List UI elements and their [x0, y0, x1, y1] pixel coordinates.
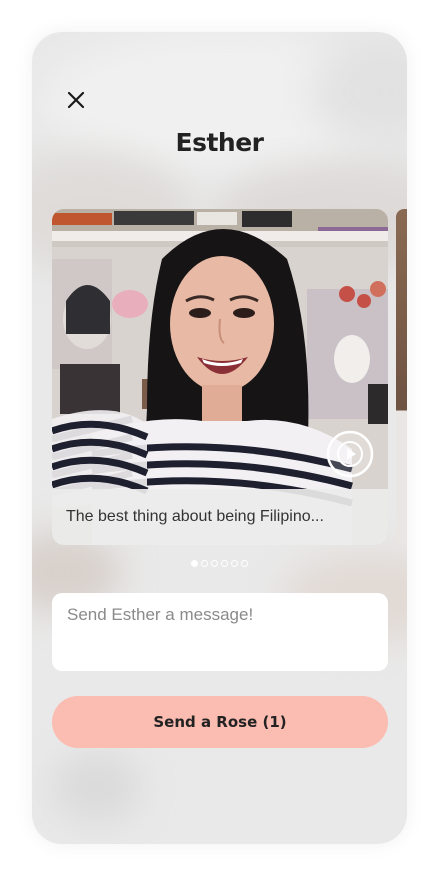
video-prompt-card[interactable]: The best thing about being Filipino... [52, 209, 388, 545]
pagination-dot[interactable] [241, 560, 248, 567]
play-button[interactable] [326, 430, 374, 478]
close-icon [67, 91, 85, 109]
message-input[interactable] [52, 593, 388, 671]
pagination-dot[interactable] [221, 560, 228, 567]
close-button[interactable] [64, 88, 88, 112]
pagination-dot[interactable] [211, 560, 218, 567]
prompt-caption-bar: The best thing about being Filipino... [52, 489, 388, 545]
profile-modal: Esther The best thing about being Filipi… [32, 32, 407, 844]
profile-name: Esther [175, 128, 265, 157]
carousel-pagination [32, 560, 407, 567]
background-blur [52, 752, 142, 822]
play-icon [326, 430, 374, 478]
next-card-preview[interactable] [396, 209, 407, 545]
send-rose-button[interactable]: Send a Rose (1) [52, 696, 388, 748]
pagination-dot[interactable] [191, 560, 198, 567]
page: Esther The best thing about being Filipi… [0, 0, 439, 876]
pagination-dot[interactable] [201, 560, 208, 567]
pagination-dot[interactable] [231, 560, 238, 567]
prompt-caption: The best thing about being Filipino... [66, 508, 324, 525]
